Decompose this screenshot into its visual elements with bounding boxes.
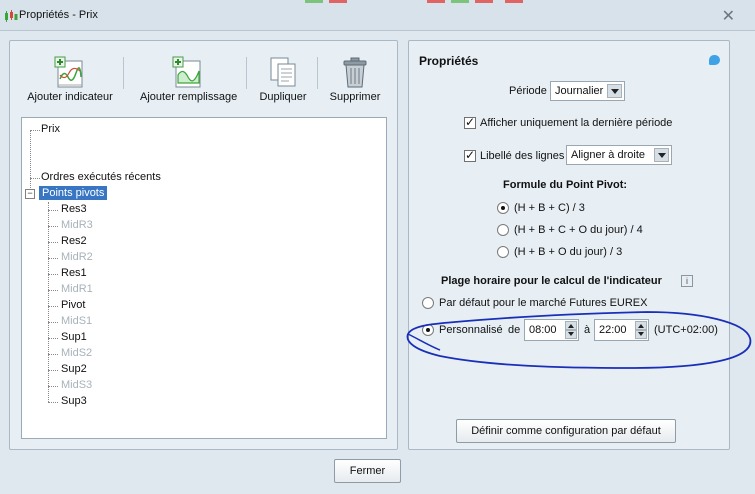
tree-item-pivot-points[interactable]: Points pivots: [39, 186, 108, 200]
tree-connector: [48, 338, 58, 339]
tree-item-mids3[interactable]: MidS3: [61, 379, 92, 391]
range-title: Plage horaire pour le calcul de l'indica…: [441, 275, 662, 287]
tree-item-pivot[interactable]: Pivot: [61, 299, 85, 311]
line-labels-checkbox[interactable]: [464, 148, 476, 162]
duplicate-button[interactable]: Dupliquer: [257, 55, 309, 103]
background-color-strip: [305, 0, 535, 3]
stepper-down-icon[interactable]: [565, 330, 577, 339]
tree-connector: [48, 322, 58, 323]
close-icon[interactable]: ✕: [722, 6, 735, 26]
toolbar-separator: [123, 57, 124, 89]
tree-connector: [48, 258, 58, 259]
tree-connector: [48, 370, 58, 371]
add-fill-button[interactable]: Ajouter remplissage: [140, 55, 237, 103]
tree-item-res3[interactable]: Res3: [61, 203, 87, 215]
tree-item-midr1[interactable]: MidR1: [61, 283, 93, 295]
formula-label-1: (H + B + C) / 3: [514, 202, 585, 214]
from-time-stepper[interactable]: 08:00: [524, 319, 579, 341]
to-time-value: 22:00: [599, 324, 627, 336]
tree-connector: [30, 178, 40, 179]
tree-item-midr2[interactable]: MidR2: [61, 251, 93, 263]
line-labels-label: Libellé des lignes: [480, 150, 565, 162]
chevron-down-icon: [654, 148, 669, 162]
formula-radio-2[interactable]: [497, 224, 509, 236]
tree-connector: [48, 306, 58, 307]
tree-connector: [30, 130, 31, 194]
delete-button[interactable]: Supprimer: [328, 55, 382, 103]
default-range-radio[interactable]: [422, 297, 434, 309]
stepper-up-icon[interactable]: [565, 321, 577, 330]
tree-item-sup1[interactable]: Sup1: [61, 331, 87, 343]
default-range-label: Par défaut pour le marché Futures EUREX: [439, 297, 648, 309]
tree-connector: [30, 130, 40, 131]
formula-title: Formule du Point Pivot:: [503, 179, 628, 191]
set-default-button[interactable]: Définir comme configuration par défaut: [456, 419, 676, 443]
properties-panel: Propriétés Période Journalier Afficher u…: [408, 40, 730, 450]
add-indicator-icon: [54, 56, 83, 88]
tree-connector: [48, 202, 49, 402]
app-chart-icon: [5, 10, 18, 22]
tree-connector: [48, 402, 58, 403]
to-time-stepper[interactable]: 22:00: [594, 319, 649, 341]
properties-title: Propriétés: [419, 54, 479, 68]
trash-icon: [343, 57, 367, 88]
tree-item-mids2[interactable]: MidS2: [61, 347, 92, 359]
tree-connector: [48, 242, 58, 243]
window-title: Propriétés - Prix: [19, 9, 98, 21]
tree-connector: [48, 226, 58, 227]
add-indicator-label: Ajouter indicateur: [27, 91, 113, 103]
stepper-down-icon[interactable]: [635, 330, 647, 339]
tree-item-midr3[interactable]: MidR3: [61, 219, 93, 231]
period-label: Période: [509, 85, 547, 97]
toolbar-separator: [246, 57, 247, 89]
formula-radio-1[interactable]: [497, 202, 509, 214]
period-select[interactable]: Journalier: [550, 81, 625, 101]
duplicate-icon: [270, 57, 296, 87]
add-fill-label: Ajouter remplissage: [140, 91, 238, 103]
formula-label-3: (H + B + O du jour) / 3: [514, 246, 623, 258]
left-panel: Ajouter indicateur Ajouter remplissage D…: [9, 40, 398, 450]
add-fill-icon: [172, 56, 201, 88]
help-bubble-icon[interactable]: [709, 55, 720, 65]
tree-connector: [48, 354, 58, 355]
tree-item-prix[interactable]: Prix: [41, 123, 60, 135]
tree-connector: [48, 210, 58, 211]
tree-item-mids1[interactable]: MidS1: [61, 315, 92, 327]
info-icon[interactable]: i: [681, 275, 693, 287]
stepper-up-icon[interactable]: [635, 321, 647, 330]
timezone-label: (UTC+02:00): [654, 324, 718, 336]
delete-label: Supprimer: [329, 91, 381, 103]
close-button[interactable]: Fermer: [334, 459, 401, 483]
formula-radio-3[interactable]: [497, 246, 509, 258]
line-labels-select[interactable]: Aligner à droite: [566, 145, 672, 165]
toolbar-separator: [317, 57, 318, 89]
only-last-period-label: Afficher uniquement la dernière période: [480, 117, 673, 129]
tree-item-res2[interactable]: Res2: [61, 235, 87, 247]
title-bar: Propriétés - Prix ✕: [0, 0, 755, 31]
custom-range-label: Personnalisé: [439, 324, 503, 336]
tree-view[interactable]: Prix Ordres exécutés récents − Points pi…: [21, 117, 387, 439]
tree-item-recent-orders[interactable]: Ordres exécutés récents: [41, 171, 161, 183]
line-labels-value: Aligner à droite: [571, 149, 645, 161]
tree-item-res1[interactable]: Res1: [61, 267, 87, 279]
formula-label-2: (H + B + C + O du jour) / 4: [514, 224, 643, 236]
period-value: Journalier: [555, 85, 604, 97]
add-indicator-button[interactable]: Ajouter indicateur: [27, 55, 113, 103]
to-label: à: [584, 324, 591, 336]
chevron-down-icon: [607, 84, 622, 98]
tree-connector: [48, 290, 58, 291]
duplicate-label: Dupliquer: [259, 91, 307, 103]
tree-item-sup3[interactable]: Sup3: [61, 395, 87, 407]
collapse-toggle-icon[interactable]: −: [25, 189, 35, 199]
tree-connector: [48, 386, 58, 387]
custom-range-radio[interactable]: [422, 324, 434, 336]
from-time-value: 08:00: [529, 324, 557, 336]
only-last-period-checkbox[interactable]: [464, 115, 476, 129]
tree-connector: [48, 274, 58, 275]
from-label: de: [508, 324, 521, 336]
tree-item-sup2[interactable]: Sup2: [61, 363, 87, 375]
